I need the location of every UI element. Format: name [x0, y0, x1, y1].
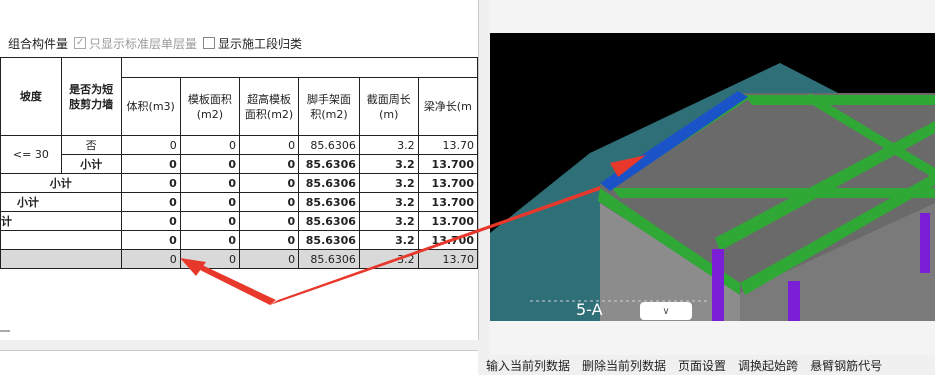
arrow-line — [196, 264, 276, 305]
arrow-head-icon — [610, 155, 646, 177]
arrow-head-icon — [180, 258, 206, 276]
annotation-arrows — [180, 155, 646, 305]
arrow-line — [270, 186, 600, 305]
